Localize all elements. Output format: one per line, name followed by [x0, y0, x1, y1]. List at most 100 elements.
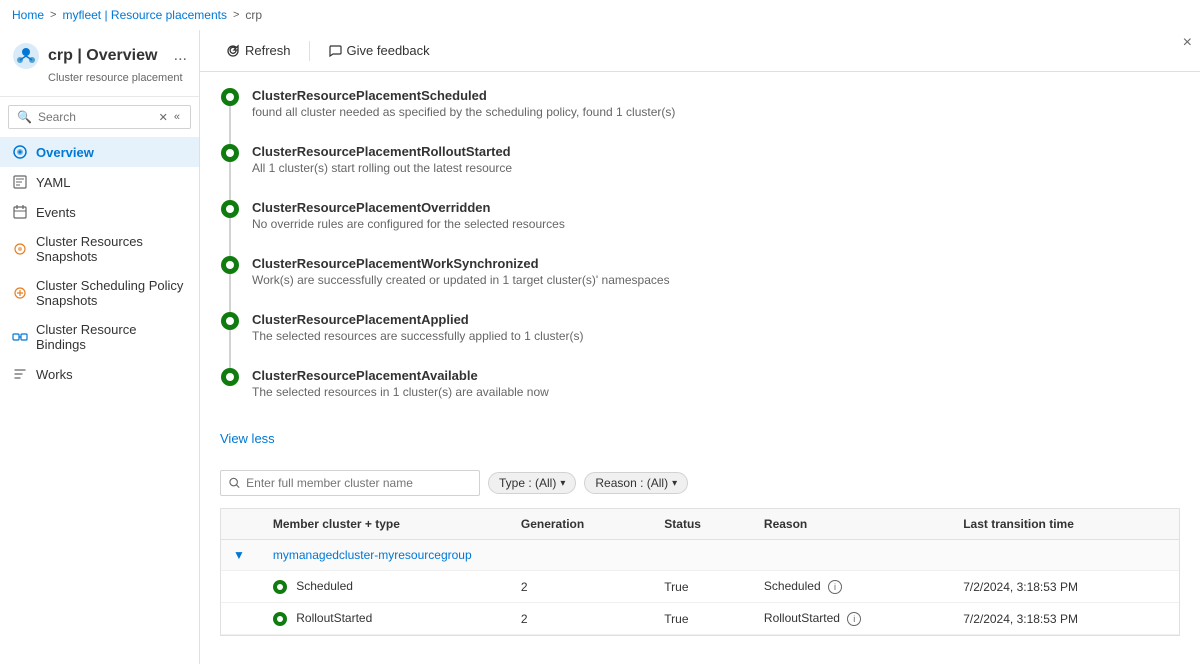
sidebar-item-yaml-label: YAML: [36, 175, 70, 190]
refresh-label: Refresh: [245, 43, 291, 58]
timeline-title-scheduled: ClusterResourcePlacementScheduled: [252, 88, 675, 103]
timeline-section: ClusterResourcePlacementScheduled found …: [200, 72, 1200, 431]
sidebar-nav: Overview YAML Events: [0, 137, 199, 389]
row-reason-rollout: RolloutStarted i: [752, 603, 951, 635]
th-status: Status: [652, 509, 752, 540]
sidebar-item-overview[interactable]: Overview: [0, 137, 199, 167]
toolbar: Refresh Give feedback: [200, 30, 1200, 72]
status-dot-rollout: [273, 612, 287, 626]
view-less-link[interactable]: View less: [200, 431, 1200, 462]
sidebar-more-button[interactable]: ...: [174, 47, 187, 65]
sidebar-search-input[interactable]: [38, 110, 151, 124]
sidebar-search-buttons: ✕ «: [157, 111, 182, 124]
fleet-icon: [12, 42, 40, 70]
refresh-icon: [226, 44, 240, 58]
scheduling-policy-icon: [12, 285, 28, 301]
expand-icon: ▼: [233, 548, 245, 562]
timeline-content-overridden: ClusterResourcePlacementOverridden No ov…: [252, 200, 565, 247]
timeline-content-work-synchronized: ClusterResourcePlacementWorkSynchronized…: [252, 256, 670, 303]
sidebar-item-scheduling-policy-label: Cluster Scheduling Policy Snapshots: [36, 278, 187, 308]
row-transition-scheduled: 7/2/2024, 3:18:53 PM: [951, 571, 1179, 603]
reason-filter[interactable]: Reason : (All) ▾: [584, 472, 688, 494]
cluster-link[interactable]: mymanagedcluster-myresourcegroup: [273, 548, 472, 562]
timeline-line-rollout-started: [229, 162, 231, 200]
overview-icon: [12, 144, 28, 160]
th-member-cluster: Member cluster + type: [261, 509, 509, 540]
cluster-name-cell: mymanagedcluster-myresourcegroup: [261, 540, 1179, 571]
sidebar-item-events[interactable]: Events: [0, 197, 199, 227]
timeline-desc-rollout-started: All 1 cluster(s) start rolling out the l…: [252, 161, 512, 175]
reason-info-icon-rollout[interactable]: i: [847, 612, 861, 626]
row-gen-rollout: 2: [509, 603, 652, 635]
reason-info-icon-scheduled[interactable]: i: [828, 580, 842, 594]
breadcrumb-sep-1: >: [50, 9, 56, 21]
row-reason-scheduled: Scheduled i: [752, 571, 951, 603]
type-filter[interactable]: Type : (All) ▾: [488, 472, 576, 494]
timeline-line-work-synchronized: [229, 274, 231, 312]
breadcrumb-myfleet[interactable]: myfleet | Resource placements: [62, 8, 227, 22]
type-label-scheduled: Scheduled: [296, 579, 353, 593]
events-icon: [12, 204, 28, 220]
timeline-line-scheduled: [229, 106, 231, 144]
sidebar-item-cluster-resources-snapshots-label: Cluster Resources Snapshots: [36, 234, 187, 264]
breadcrumb-home[interactable]: Home: [12, 8, 44, 22]
sidebar-search-collapse[interactable]: «: [172, 111, 182, 124]
timeline-desc-overridden: No override rules are configured for the…: [252, 217, 565, 231]
th-generation: Generation: [509, 509, 652, 540]
breadcrumb-current: crp: [245, 8, 262, 22]
timeline-content-scheduled: ClusterResourcePlacementScheduled found …: [252, 88, 675, 135]
sidebar-title: crp | Overview: [48, 47, 157, 65]
sidebar-item-overview-label: Overview: [36, 145, 94, 160]
th-last-transition: Last transition time: [951, 509, 1179, 540]
sidebar-item-yaml[interactable]: YAML: [0, 167, 199, 197]
timeline-content-rollout-started: ClusterResourcePlacementRolloutStarted A…: [252, 144, 512, 191]
type-label-rollout: RolloutStarted: [296, 611, 372, 625]
sidebar-item-works[interactable]: Works: [0, 359, 199, 389]
timeline-item-available: ClusterResourcePlacementAvailable The se…: [220, 368, 1180, 415]
timeline-item-rollout-started: ClusterResourcePlacementRolloutStarted A…: [220, 144, 1180, 200]
sidebar-item-works-label: Works: [36, 367, 73, 382]
cluster-group-row: ▼ mymanagedcluster-myresourcegroup: [221, 540, 1179, 571]
timeline-title-rollout-started: ClusterResourcePlacementRolloutStarted: [252, 144, 512, 159]
timeline-desc-applied: The selected resources are successfully …: [252, 329, 583, 343]
sidebar-item-cluster-resources-snapshots[interactable]: Cluster Resources Snapshots: [0, 227, 199, 271]
timeline-item-work-synchronized: ClusterResourcePlacementWorkSynchronized…: [220, 256, 1180, 312]
row-transition-rollout: 7/2/2024, 3:18:53 PM: [951, 603, 1179, 635]
works-icon: [12, 366, 28, 382]
cluster-expand-cell[interactable]: ▼: [221, 540, 261, 571]
timeline-content-available: ClusterResourcePlacementAvailable The se…: [252, 368, 549, 415]
feedback-button[interactable]: Give feedback: [318, 38, 440, 63]
timeline-dot-work-synchronized: [221, 256, 239, 274]
timeline-line-overridden: [229, 218, 231, 256]
timeline-desc-available: The selected resources in 1 cluster(s) a…: [252, 385, 549, 399]
timeline-connector-scheduled: [220, 88, 240, 144]
row-gen-scheduled: 2: [509, 571, 652, 603]
filter-bar: Type : (All) ▾ Reason : (All) ▾: [200, 462, 1200, 508]
sidebar-item-cluster-resource-bindings[interactable]: Cluster Resource Bindings: [0, 315, 199, 359]
timeline-connector-overridden: [220, 200, 240, 256]
sidebar-search-container: 🔍 ✕ «: [8, 105, 191, 129]
sidebar-search-clear[interactable]: ✕: [157, 111, 170, 124]
timeline-dot-applied: [221, 312, 239, 330]
timeline-title-overridden: ClusterResourcePlacementOverridden: [252, 200, 565, 215]
timeline-connector-rollout-started: [220, 144, 240, 200]
sidebar-item-cluster-scheduling-policy-snapshots[interactable]: Cluster Scheduling Policy Snapshots: [0, 271, 199, 315]
row-expand-scheduled: [221, 571, 261, 603]
status-dot-scheduled: [273, 580, 287, 594]
feedback-label: Give feedback: [347, 43, 430, 58]
refresh-button[interactable]: Refresh: [216, 38, 301, 63]
sidebar: crp | Overview ... Cluster resource plac…: [0, 30, 200, 664]
filter-search-container: [220, 470, 480, 496]
timeline-dot-overridden: [221, 200, 239, 218]
row-type-scheduled: Scheduled: [261, 571, 509, 603]
timeline-dot-available: [221, 368, 239, 386]
type-filter-chevron: ▾: [560, 478, 565, 489]
member-cluster-search[interactable]: [246, 476, 471, 490]
close-button[interactable]: ×: [1183, 34, 1192, 52]
timeline-item-applied: ClusterResourcePlacementApplied The sele…: [220, 312, 1180, 368]
sidebar-header: crp | Overview ... Cluster resource plac…: [0, 30, 199, 97]
timeline-desc-work-synchronized: Work(s) are successfully created or upda…: [252, 273, 670, 287]
reason-text-scheduled: Scheduled: [764, 579, 821, 593]
breadcrumb: Home > myfleet | Resource placements > c…: [0, 0, 1200, 30]
sidebar-subtitle: Cluster resource placement: [12, 72, 187, 84]
